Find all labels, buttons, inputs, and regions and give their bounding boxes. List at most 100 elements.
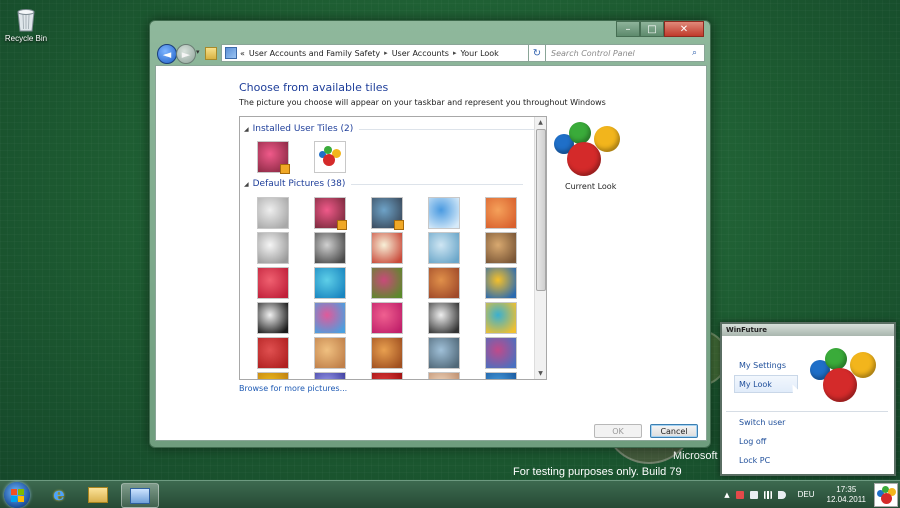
- tile-pink-star[interactable]: [371, 302, 403, 334]
- page-title: Choose from available tiles: [239, 81, 389, 94]
- tile-rollercoaster[interactable]: [428, 197, 460, 229]
- winfuture-tray-icon[interactable]: [874, 482, 898, 507]
- scroll-up-icon[interactable]: ▲: [535, 117, 546, 128]
- gadget-item-my-settings[interactable]: My Settings: [739, 361, 786, 370]
- tile-jellyfish[interactable]: [314, 372, 346, 379]
- tile-robot[interactable]: [257, 232, 289, 264]
- tile-dog[interactable]: [257, 302, 289, 334]
- recycle-bin-label: Recycle Bin: [4, 34, 48, 43]
- address-bar[interactable]: « User Accounts and Family Safety ▸ User…: [221, 44, 543, 62]
- tile-leaf[interactable]: [485, 267, 517, 299]
- group-installed-label: Installed User Tiles (2): [252, 124, 354, 134]
- folder-icon: [88, 486, 108, 503]
- close-button[interactable]: ✕: [664, 21, 704, 37]
- folder-icon: [205, 47, 217, 60]
- input-language[interactable]: DEU: [798, 490, 815, 499]
- breadcrumb-overflow[interactable]: «: [240, 49, 245, 58]
- logo-circle: [323, 154, 335, 166]
- tile-kitten[interactable]: [485, 232, 517, 264]
- winfuture-gadget: WinFuture My Settings My Look Switch use…: [720, 322, 896, 476]
- search-icon[interactable]: ⌕: [692, 48, 704, 58]
- tile-stairs[interactable]: [485, 302, 517, 334]
- breadcrumb-separator-icon[interactable]: ▸: [453, 49, 457, 57]
- recycle-bin-shortcut[interactable]: Recycle Bin: [4, 6, 48, 43]
- gadget-item-log-off[interactable]: Log off: [739, 437, 766, 446]
- tile-shells[interactable]: [485, 337, 517, 369]
- back-button[interactable]: ◄: [157, 44, 177, 64]
- clock-date: 12.04.2011: [826, 494, 866, 504]
- gadget-item-my-look[interactable]: My Look: [739, 380, 772, 389]
- control-panel-icon: [225, 47, 237, 59]
- minimize-button[interactable]: –: [616, 21, 640, 37]
- tile-lucky-cat[interactable]: [371, 232, 403, 264]
- picture-picker[interactable]: ◢ Installed User Tiles (2) ◢ Default Pic…: [239, 116, 547, 380]
- content-pane: Choose from available tiles The picture …: [155, 65, 707, 441]
- tile-toy-robot[interactable]: [428, 337, 460, 369]
- internet-explorer-icon: e: [53, 484, 65, 505]
- scroll-thumb[interactable]: [536, 129, 546, 291]
- tile-starfish[interactable]: [485, 197, 517, 229]
- breadcrumb-user-accounts-family-safety[interactable]: User Accounts and Family Safety: [249, 49, 380, 58]
- tile-blocks[interactable]: [428, 267, 460, 299]
- tile-apple[interactable]: [371, 372, 403, 379]
- scroll-down-icon[interactable]: ▼: [535, 368, 546, 379]
- tile-beach[interactable]: [485, 372, 517, 379]
- tile-pomeranian[interactable]: [371, 337, 403, 369]
- history-dropdown-icon[interactable]: ▾: [196, 48, 200, 56]
- show-hidden-icons-icon[interactable]: ▲: [724, 491, 729, 499]
- start-button[interactable]: [4, 482, 30, 508]
- gadget-item-lock-pc[interactable]: Lock PC: [739, 456, 770, 465]
- network-signal-icon[interactable]: [763, 490, 772, 499]
- start-flag-icon: [18, 496, 24, 502]
- control-panel-icon: [130, 487, 150, 504]
- flag-notification-icon[interactable]: [735, 490, 744, 499]
- volume-icon[interactable]: [777, 490, 786, 499]
- tile-red-flower[interactable]: [257, 267, 289, 299]
- tile-crane[interactable]: [257, 337, 289, 369]
- logo-green-circle: [569, 122, 591, 144]
- group-installed-user-tiles[interactable]: ◢ Installed User Tiles (2): [244, 124, 540, 134]
- tile-umbrella[interactable]: [314, 267, 346, 299]
- breadcrumb-separator-icon[interactable]: ▸: [384, 49, 388, 57]
- refresh-icon[interactable]: ↻: [528, 44, 546, 62]
- tile-pencils[interactable]: [314, 302, 346, 334]
- tile-flower[interactable]: [314, 197, 347, 230]
- tile-sand[interactable]: [314, 337, 346, 369]
- browse-more-pictures-link[interactable]: Browse for more pictures...: [239, 384, 347, 393]
- tile-chess[interactable]: [428, 302, 460, 334]
- tile-ball[interactable]: [371, 267, 403, 299]
- tile-sunflower[interactable]: [257, 372, 289, 379]
- navigation-bar: ◄ ► ▾ « User Accounts and Family Safety …: [155, 43, 705, 64]
- ok-button[interactable]: OK: [594, 424, 642, 438]
- tile-winfuture-logo[interactable]: [314, 141, 346, 173]
- logo-yellow-circle: [594, 126, 620, 152]
- forward-button[interactable]: ►: [176, 44, 196, 64]
- animated-badge-icon: [394, 220, 404, 230]
- search-input[interactable]: Search Control Panel: [546, 49, 692, 58]
- tile-landscape[interactable]: [371, 197, 404, 230]
- recycle-bin-icon: [15, 6, 37, 32]
- maximize-button[interactable]: □: [640, 21, 664, 37]
- tile-sunset[interactable]: [428, 372, 460, 379]
- taskbar-explorer[interactable]: [80, 483, 116, 506]
- tile-pink-flower[interactable]: [257, 141, 290, 174]
- breadcrumb-your-look[interactable]: Your Look: [460, 49, 498, 58]
- tile-astronaut[interactable]: [428, 232, 460, 264]
- clock[interactable]: 17:35 12.04.2011: [827, 485, 866, 505]
- taskbar-internet-explorer[interactable]: e: [41, 483, 77, 506]
- collapse-icon[interactable]: ◢: [244, 181, 249, 188]
- group-default-pictures[interactable]: ◢ Default Pictures (38): [244, 179, 524, 189]
- logo-yellow-circle: [850, 352, 876, 378]
- taskbar-control-panel[interactable]: [121, 483, 159, 508]
- picker-scrollbar[interactable]: ▲ ▼: [534, 117, 546, 379]
- gadget-item-switch-user[interactable]: Switch user: [739, 418, 785, 427]
- group-divider: [359, 128, 540, 130]
- tile-turntable[interactable]: [314, 232, 346, 264]
- cancel-button[interactable]: Cancel: [650, 424, 698, 438]
- breadcrumb-user-accounts[interactable]: User Accounts: [392, 49, 449, 58]
- power-icon[interactable]: [749, 490, 758, 499]
- collapse-icon[interactable]: ◢: [244, 126, 249, 133]
- tile-default-user[interactable]: [257, 197, 289, 229]
- watermark-line2: For testing purposes only. Build 79: [513, 466, 682, 478]
- search-box[interactable]: Search Control Panel ⌕: [545, 44, 705, 62]
